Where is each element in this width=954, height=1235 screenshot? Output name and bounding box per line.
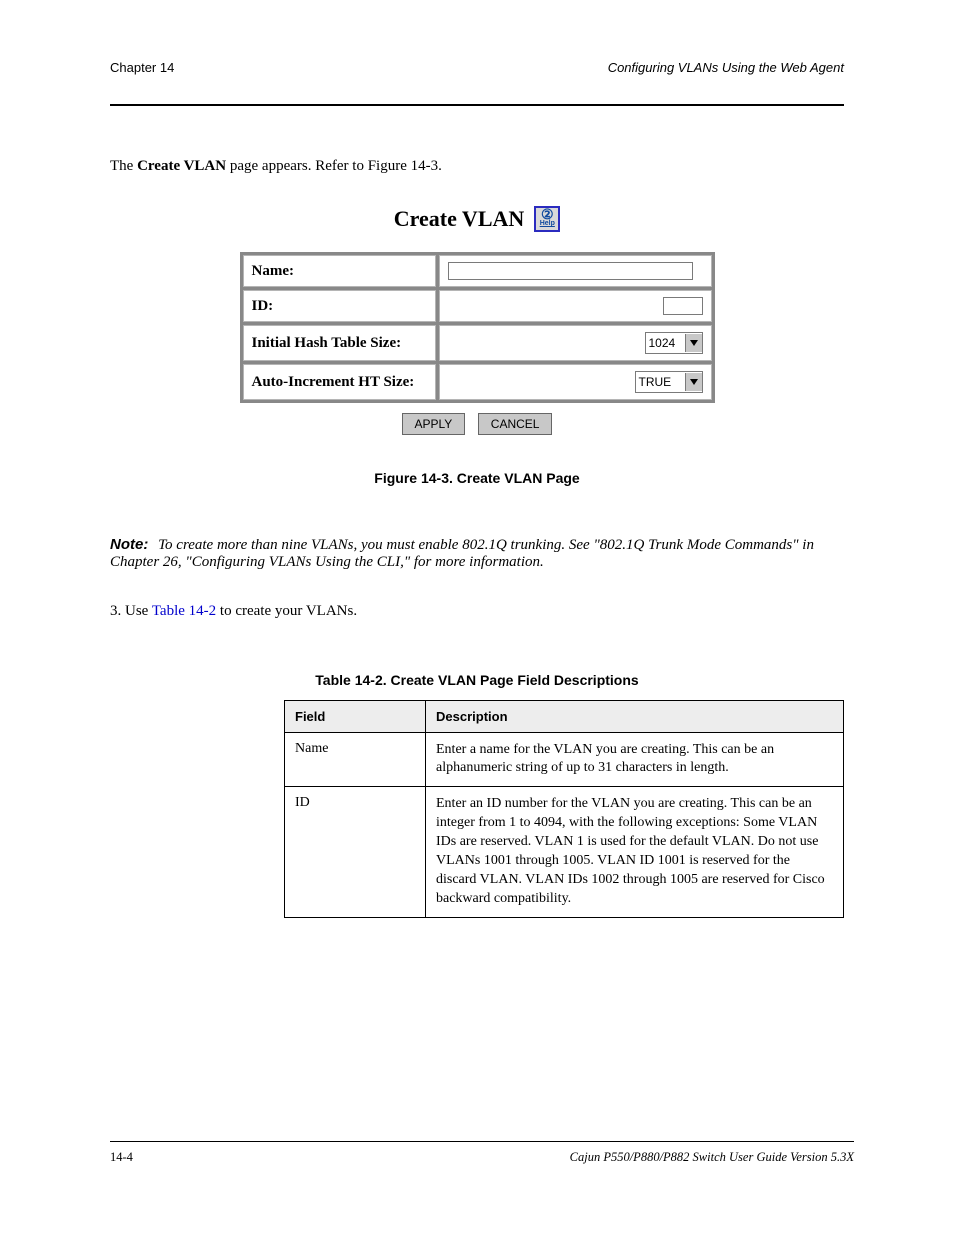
action-text-2: to create your VLANs. <box>216 603 357 619</box>
note-body: To create more than nine VLANs, you must… <box>110 537 814 570</box>
cell-field: Name <box>285 732 426 787</box>
create-vlan-form: Name: ID: Initial Hash Table Size: 1024 <box>240 252 715 403</box>
header-chapter: Chapter 14 <box>110 60 174 75</box>
table-row: Name Enter a name for the VLAN you are c… <box>285 732 844 787</box>
cell-desc: Enter an ID number for the VLAN you are … <box>426 787 844 917</box>
cell-field: ID <box>285 787 426 917</box>
table-row: ID Enter an ID number for the VLAN you a… <box>285 787 844 917</box>
auto-select-value: TRUE <box>636 375 685 389</box>
intro-bold: Create VLAN <box>137 158 226 174</box>
col-header-field: Field <box>285 700 426 732</box>
action-paragraph: 3. Use Table 14-2 to create your VLANs. <box>110 601 844 621</box>
field-description-table: Field Description Name Enter a name for … <box>284 700 844 918</box>
chevron-down-icon <box>685 373 702 391</box>
auto-select[interactable]: TRUE <box>635 371 703 393</box>
intro-text-2: page appears. Refer to Figure 14-3. <box>226 158 442 174</box>
auto-label: Auto-Increment HT Size: <box>243 364 436 400</box>
page-number: 14-4 <box>110 1150 133 1165</box>
help-icon-question: ② <box>540 210 555 219</box>
figure-title: Create VLAN <box>394 206 525 232</box>
help-icon[interactable]: ② Help <box>534 206 560 232</box>
id-label: ID: <box>243 290 436 322</box>
intro-text-1: The <box>110 158 137 174</box>
name-input[interactable] <box>448 262 693 280</box>
header-section-title: Configuring VLANs Using the Web Agent <box>608 60 844 75</box>
name-label: Name: <box>243 255 436 287</box>
table-link[interactable]: Table 14-2 <box>152 603 216 619</box>
help-icon-label: Help <box>540 219 555 228</box>
footer-divider <box>110 1141 854 1142</box>
doc-table-caption: Table 14-2. Create VLAN Page Field Descr… <box>110 672 844 688</box>
figure-create-vlan: Create VLAN ② Help Name: ID: <box>110 206 844 486</box>
note-label: Note: <box>110 536 148 553</box>
intro-paragraph: The Create VLAN page appears. Refer to F… <box>110 156 844 176</box>
id-input[interactable] <box>663 297 703 315</box>
action-text-1: 3. Use <box>110 603 152 619</box>
cancel-button[interactable]: CANCEL <box>478 413 553 435</box>
hash-select[interactable]: 1024 <box>645 332 703 354</box>
header-divider <box>110 104 844 106</box>
figure-caption: Figure 14-3. Create VLAN Page <box>110 470 844 486</box>
page-footer: 14-4 Cajun P550/P880/P882 Switch User Gu… <box>110 1141 854 1165</box>
footer-doc-title: Cajun P550/P880/P882 Switch User Guide V… <box>570 1150 854 1165</box>
hash-label: Initial Hash Table Size: <box>243 325 436 361</box>
chevron-down-icon <box>685 334 702 352</box>
apply-button[interactable]: APPLY <box>402 413 466 435</box>
page-header: Chapter 14 Configuring VLANs Using the W… <box>110 0 844 96</box>
note-block: Note: To create more than nine VLANs, yo… <box>110 536 844 571</box>
hash-select-value: 1024 <box>646 336 685 350</box>
cell-desc: Enter a name for the VLAN you are creati… <box>426 732 844 787</box>
col-header-desc: Description <box>426 700 844 732</box>
